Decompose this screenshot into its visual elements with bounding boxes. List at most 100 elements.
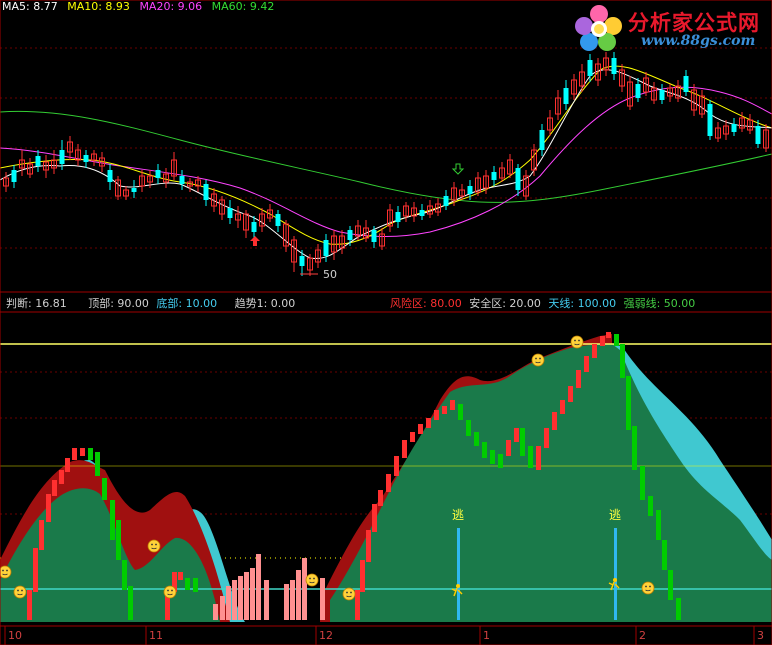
time-tick-3: 12 bbox=[319, 629, 333, 642]
step-bar bbox=[442, 406, 447, 414]
pink-bar bbox=[256, 554, 261, 620]
candle bbox=[411, 202, 417, 222]
step-bar bbox=[33, 548, 38, 592]
candle bbox=[331, 230, 337, 260]
step-bar bbox=[27, 590, 32, 620]
candle bbox=[555, 90, 561, 120]
candle bbox=[603, 52, 609, 76]
flower-logo-icon bbox=[575, 5, 622, 51]
step-bar bbox=[80, 448, 85, 456]
step-bar bbox=[490, 450, 495, 464]
step-bar bbox=[576, 370, 581, 388]
candle bbox=[387, 204, 393, 232]
candle bbox=[619, 64, 625, 92]
candle bbox=[371, 226, 377, 248]
pink-bar bbox=[320, 578, 325, 620]
candle bbox=[339, 230, 345, 254]
candle bbox=[235, 206, 241, 228]
candle bbox=[731, 118, 737, 136]
ma10-legend: MA10: 8.93 bbox=[67, 0, 130, 13]
candle bbox=[291, 236, 297, 272]
low-price-label: 50 bbox=[323, 268, 337, 281]
step-bar bbox=[418, 424, 423, 434]
time-tick-2: 11 bbox=[149, 629, 163, 642]
candle bbox=[187, 178, 193, 192]
candle bbox=[715, 122, 721, 142]
site-logo[interactable]: 分析家公式网 www.88gs.com bbox=[573, 4, 769, 52]
step-bar bbox=[614, 334, 619, 346]
step-bar bbox=[640, 466, 645, 500]
candle bbox=[675, 80, 681, 102]
smiley-face-icon bbox=[641, 581, 655, 595]
candle bbox=[491, 166, 497, 186]
candlestick-series bbox=[3, 52, 769, 276]
candle bbox=[651, 82, 657, 104]
judge-legend: 判断: 16.81 bbox=[6, 297, 67, 310]
step-bar bbox=[498, 454, 503, 468]
step-bar bbox=[520, 428, 525, 456]
pink-bar bbox=[290, 580, 295, 620]
step-bar bbox=[426, 418, 431, 428]
candle bbox=[43, 155, 49, 178]
escape-spike-1 bbox=[457, 528, 460, 620]
candle bbox=[3, 172, 9, 192]
indicator-legend-left: 判断: 16.81 顶部: 90.00 底部: 10.00 趋势1: 0.00 bbox=[6, 295, 295, 311]
smiley-face-icon bbox=[531, 353, 545, 367]
ma60-legend: MA60: 9.42 bbox=[211, 0, 275, 13]
bottom-legend: 底部: 10.00 bbox=[156, 297, 218, 310]
logo-url: www.88gs.com bbox=[641, 33, 756, 49]
candle bbox=[419, 204, 425, 220]
step-bar bbox=[378, 490, 383, 506]
pink-bar bbox=[238, 576, 243, 620]
step-bar bbox=[544, 428, 549, 448]
step-bar bbox=[536, 446, 541, 470]
candle bbox=[51, 150, 57, 174]
stock-chart-canvas: 50 逃 逃 bbox=[0, 0, 772, 645]
time-tick-6: 3 bbox=[757, 629, 764, 642]
buy-arrow-marker bbox=[250, 236, 260, 246]
candle bbox=[11, 165, 17, 188]
step-bar bbox=[410, 432, 415, 442]
candle bbox=[395, 206, 401, 228]
step-bar bbox=[662, 540, 667, 570]
step-bar bbox=[668, 570, 673, 600]
step-bar bbox=[372, 504, 377, 532]
smiley-face-icon bbox=[13, 585, 27, 599]
step-bar bbox=[466, 420, 471, 436]
step-bar bbox=[632, 426, 637, 470]
pink-volume-bars bbox=[213, 554, 325, 620]
candle bbox=[275, 210, 281, 232]
step-bar bbox=[568, 386, 573, 402]
step-bar bbox=[46, 494, 51, 522]
candle bbox=[379, 228, 385, 250]
pink-bar bbox=[226, 586, 231, 620]
strength-line-legend: 强弱线: 50.00 bbox=[623, 297, 696, 310]
candle bbox=[243, 210, 249, 238]
step-bar bbox=[592, 344, 597, 358]
step-bar bbox=[88, 448, 93, 460]
candle bbox=[755, 120, 761, 148]
candle bbox=[699, 90, 705, 118]
step-bar bbox=[59, 470, 64, 484]
step-bar bbox=[39, 520, 44, 550]
step-bar bbox=[450, 400, 455, 410]
step-bar bbox=[394, 456, 399, 476]
candle bbox=[35, 150, 41, 172]
step-bar bbox=[72, 448, 77, 460]
time-tick-1: 10 bbox=[8, 629, 22, 642]
candle bbox=[691, 84, 697, 116]
candle bbox=[355, 220, 361, 240]
step-bar bbox=[474, 432, 479, 446]
smiley-face-icon bbox=[147, 539, 161, 553]
candle bbox=[611, 52, 617, 80]
candle bbox=[531, 144, 537, 176]
step-bar bbox=[402, 440, 407, 458]
candle bbox=[19, 150, 25, 176]
candle bbox=[203, 180, 209, 206]
risk-zone-legend: 风险区: 80.00 bbox=[390, 297, 462, 310]
candle bbox=[427, 200, 433, 218]
step-bar bbox=[116, 520, 121, 560]
candle bbox=[627, 76, 633, 110]
candle bbox=[115, 176, 121, 200]
step-bar bbox=[606, 332, 611, 338]
